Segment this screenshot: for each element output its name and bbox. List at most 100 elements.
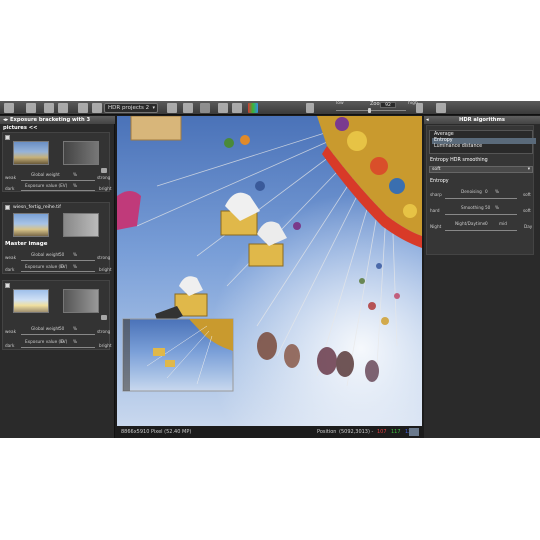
crop-icon[interactable] [92,103,102,113]
percent-label: % [73,183,77,188]
redo-icon[interactable] [58,103,68,113]
hand-icon[interactable] [416,103,423,113]
exposure-slider[interactable] [21,347,95,348]
night-daytime-unit: mid [499,221,507,226]
brightness-slider[interactable] [336,110,406,111]
strong-label: strong [97,175,111,180]
dark-label: dark [5,343,15,348]
dark-label: dark [5,267,15,272]
right-panel-title: ◂ HDR algorithms [424,116,540,124]
weight-map-thumbnail-2 [63,213,99,237]
hdr-algorithms-panel: ◂ HDR algorithms Average Entropy Luminan… [424,116,540,438]
global-weight-slider[interactable] [21,260,95,261]
denoising-unit: % [495,189,499,194]
percent-label: % [73,339,77,344]
night-daytime-label: Night/Daytime [455,221,486,226]
image-checkbox-3[interactable] [5,283,10,288]
undo-icon[interactable] [44,103,54,113]
dark-label: dark [5,186,15,191]
color-swatch [409,428,419,436]
smoothing-select[interactable]: soft ▾ [429,166,533,173]
global-weight-value: 50 [59,326,65,331]
percent-label: % [73,172,77,177]
percent-label: % [73,326,77,331]
exposure-slider[interactable] [21,190,95,191]
compare-icon[interactable] [306,103,314,113]
card-menu-icon[interactable] [101,168,107,173]
denoising-value: 0 [485,189,488,194]
exposure-value: 0 [61,339,64,344]
image-checkbox-2[interactable] [5,205,10,210]
main-toolbar: HDR projects 2 ▾ low Zoom 92 high [0,101,540,115]
day-label: Day [524,224,533,229]
algorithm-luminance-distance[interactable]: Luminance distance [432,144,536,150]
save-icon[interactable] [78,103,88,113]
exposure-value: 0 [61,264,64,269]
denoising-label: Denoising [461,189,482,194]
panel-toggle-icon[interactable]: << [29,125,38,131]
navigator-thumbnail[interactable] [122,318,234,392]
position-label: Position [317,429,337,435]
position-value: (5092,3013) - [339,429,374,435]
image-checkbox-1[interactable] [5,135,10,140]
histogram-icon[interactable] [248,103,258,113]
split-view-icon[interactable] [183,103,193,113]
fit-window-icon[interactable] [436,103,446,113]
global-weight-slider[interactable] [21,334,95,335]
info-icon[interactable] [218,103,228,113]
chevron-down-icon: ▾ [527,167,530,172]
red-value: 107 [377,429,387,435]
weak-label: weak [5,255,16,260]
percent-label: % [73,252,77,257]
bracket-image-card-3: weak Global weight 50 % strong dark Expo… [2,280,112,350]
image-thumbnail-2[interactable] [13,213,49,237]
card-menu-icon[interactable] [101,315,107,320]
new-project-icon[interactable] [4,103,14,113]
global-weight-slider[interactable] [21,180,95,181]
master-image-label: Master image [5,241,48,247]
status-bar: 8866x5910 Pixel (52.40 MP) Position (509… [117,426,422,438]
night-daytime-slider[interactable] [445,230,517,231]
exposure-slider[interactable] [21,271,95,272]
gallery-icon[interactable] [232,103,242,113]
smoothing-slider[interactable] [445,214,517,215]
right-panel-title-text: HDR algorithms [458,117,505,123]
strong-label: strong [97,255,111,260]
image-thumbnail-3[interactable] [13,289,49,313]
panel-collapse-icon[interactable]: ◂ [426,116,429,124]
image-filename: wiesn_fertig_reihe.tif [13,205,61,210]
left-panel-title-text: Exposure bracketing with 3 pictures [3,117,91,131]
weight-map-thumbnail-1 [63,141,99,165]
exposure-bracketing-panel: ◂▸ Exposure bracketing with 3 pictures <… [0,116,115,438]
percent-label: % [73,264,77,269]
green-value: 117 [391,429,401,435]
image-thumbnail-1[interactable] [13,141,49,165]
left-panel-title: ◂▸ Exposure bracketing with 3 pictures <… [0,116,115,131]
denoising-slider[interactable] [445,198,517,199]
panel-collapse-icon[interactable]: ◂▸ [3,117,10,123]
strong-label: strong [97,329,111,334]
list-icon[interactable] [200,103,210,113]
global-weight-value: 50 [59,252,65,257]
export-icon[interactable] [167,103,177,113]
zoom-value-input[interactable]: 92 [380,102,396,108]
smoothing-section-label: Entropy HDR smoothing [430,158,488,163]
weight-map-thumbnail-3 [63,289,99,313]
brightness-slider-knob[interactable] [368,108,371,113]
chevron-down-icon: ▾ [152,105,155,111]
brightness-low-label: low [336,101,344,106]
open-icon[interactable] [26,103,36,113]
bright-label: bright [99,186,112,191]
project-select-value: HDR projects 2 [108,105,150,111]
algorithm-settings: Average Entropy Luminance distance Entro… [426,125,536,255]
smoothing-left-label: hard [430,208,440,213]
global-weight-label: Global weight [31,172,60,177]
bright-label: bright [99,343,112,348]
image-viewer[interactable] [117,116,422,426]
global-weight-label: Global weight [31,326,60,331]
smoothing-select-value: soft [432,167,441,172]
bright-label: bright [99,267,112,272]
night-daytime-value: 0 [485,221,488,226]
night-label: Night [430,224,442,229]
project-select[interactable]: HDR projects 2 ▾ [104,103,158,113]
